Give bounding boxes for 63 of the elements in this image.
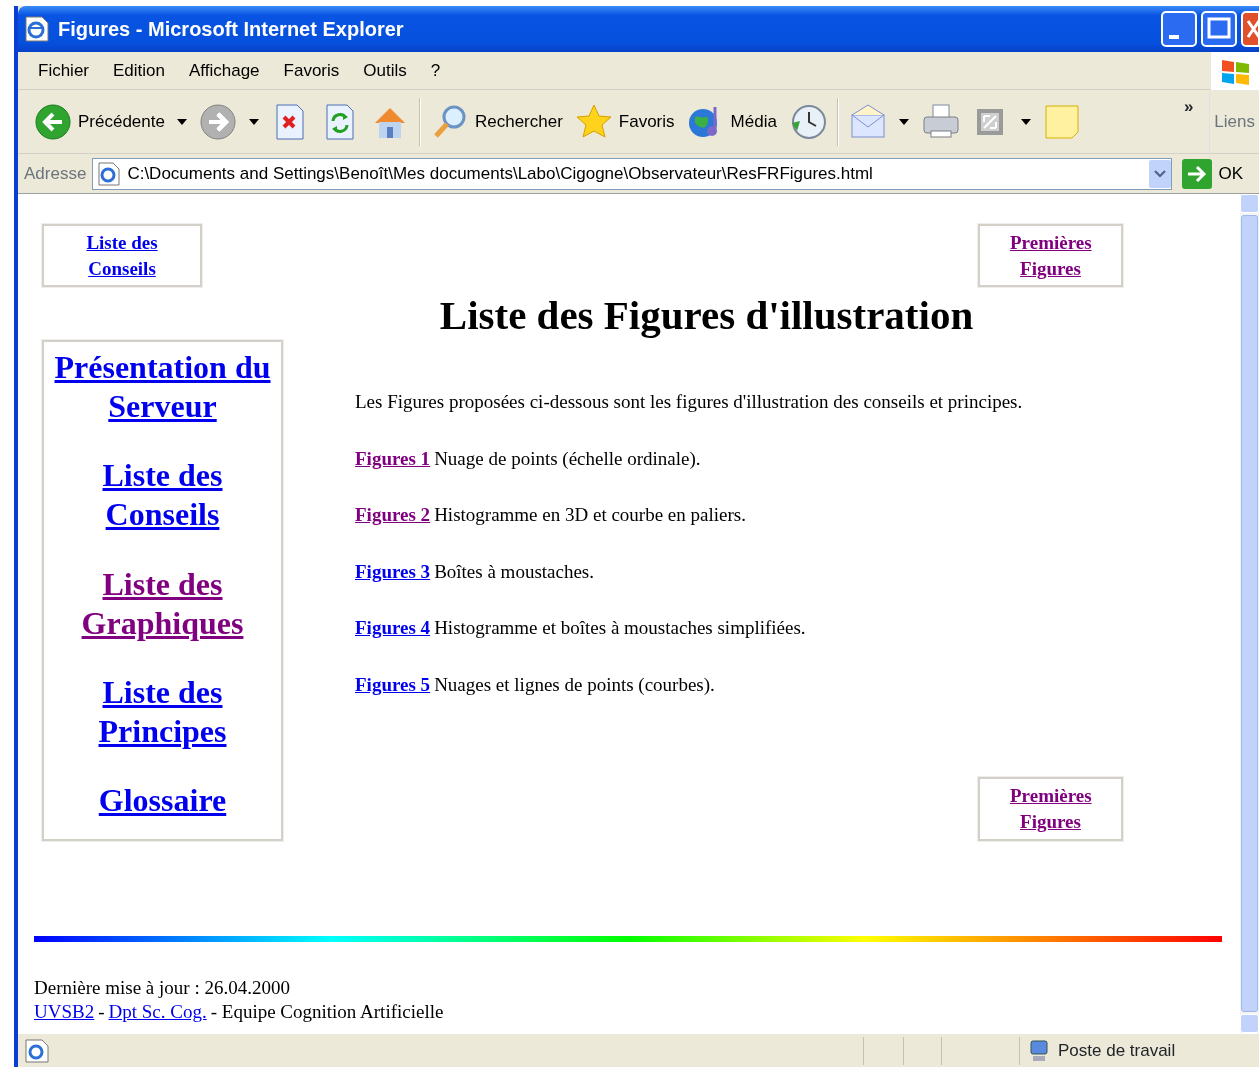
star-icon: [574, 102, 613, 141]
credit-text: -: [98, 1000, 105, 1025]
status-zone: Poste de travail: [1058, 1039, 1176, 1062]
printer-icon: [920, 102, 959, 141]
arrow-left-button[interactable]: Précédente: [28, 95, 193, 148]
nav-link[interactable]: Glossaire: [48, 780, 277, 820]
more-button[interactable]: »: [1183, 94, 1194, 120]
figure-link[interactable]: Figures 4: [355, 614, 431, 643]
figure-description: Histogramme et boîtes à moustaches simplifiées.: [434, 616, 806, 641]
links-button[interactable]: Liens: [1209, 91, 1259, 152]
nav-link[interactable]: Liste des Conseils: [74, 230, 170, 282]
globe-button[interactable]: Média: [680, 95, 783, 148]
window-title: Figures - Microsoft Internet Explorer: [58, 17, 404, 42]
nav-link[interactable]: Liste des Principes: [48, 672, 277, 751]
intro-text: Les Figures proposées ci-dessous sont les figures d'illustration des conseils et principes.: [355, 390, 1024, 415]
address-input[interactable]: C:\Documents and Settings\Benoît\Mes documents\Labo\Cigogne\Observateur\ResFRFigures.html: [127, 160, 1144, 187]
figure-link[interactable]: Figures 1: [355, 444, 431, 474]
minimize-icon[interactable]: [1161, 11, 1197, 47]
page-title: Liste des Figures d'illustration: [438, 293, 975, 339]
page-icon: [97, 160, 122, 187]
menu-item[interactable]: ?: [418, 57, 453, 84]
arrow-left-icon: [34, 102, 72, 141]
search-button[interactable]: Rechercher: [424, 95, 569, 148]
nav-link[interactable]: Présentation du Serveur: [48, 348, 277, 427]
envelope-icon: [848, 102, 887, 141]
figure-description: Nuage de points (échelle ordinale).: [434, 446, 701, 471]
figure-description: Boîtes à moustaches.: [434, 559, 594, 584]
nav-link[interactable]: Premières Figures: [1010, 230, 1091, 282]
figure-description: Histogramme en 3D et courbe en paliers.: [434, 503, 746, 528]
go-button[interactable]: OK: [1178, 155, 1259, 192]
dropdown-icon[interactable]: [1149, 159, 1172, 188]
credit-link[interactable]: Dpt Sc. Cog.: [108, 1000, 207, 1025]
nav-link[interactable]: Liste des Graphiques: [48, 564, 277, 643]
figure-link[interactable]: Figures 2: [355, 501, 431, 530]
caret-icon: [248, 118, 259, 125]
menu-item[interactable]: Favoris: [271, 57, 352, 84]
caret-icon: [176, 118, 187, 125]
browser-icon: [24, 15, 50, 43]
menu-item[interactable]: Affichage: [177, 57, 272, 84]
figure-description: Nuages et lignes de points (courbes).: [434, 672, 715, 697]
close-icon[interactable]: [1241, 11, 1259, 47]
nav-link[interactable]: Liste des Conseils: [48, 456, 277, 535]
nav-link[interactable]: Premières Figures: [1010, 783, 1091, 835]
update-date: Dernière mise à jour : 26.04.2000: [34, 975, 291, 1000]
menu-item[interactable]: Edition: [101, 57, 177, 84]
caret-icon: [898, 118, 909, 125]
menu-item[interactable]: Outils: [351, 57, 419, 84]
credit-link[interactable]: UVSB2: [34, 1000, 95, 1025]
maximize-icon[interactable]: [1201, 11, 1237, 47]
address-field[interactable]: C:\Documents and Settings\Benoît\Mes documents\Labo\Cigogne\Observateur\ResFRFigures.html: [92, 157, 1173, 190]
address-label: Adresse: [24, 162, 87, 185]
arrow-right-icon: [198, 102, 237, 141]
credit-text: - Equipe Cognition Artificielle: [210, 1000, 444, 1025]
star-button[interactable]: Favoris: [568, 95, 681, 148]
computer-icon: [1028, 1038, 1050, 1063]
caret-icon: [1020, 118, 1031, 125]
browser-icon: [24, 1037, 50, 1064]
figure-link[interactable]: Figures 3: [355, 557, 431, 587]
note-icon: [1042, 102, 1081, 141]
arrow-right-icon: [1182, 158, 1213, 189]
menu-item[interactable]: Fichier: [26, 57, 101, 84]
scrollbar[interactable]: [1240, 194, 1259, 1033]
figure-link[interactable]: Figures 5: [355, 670, 431, 700]
